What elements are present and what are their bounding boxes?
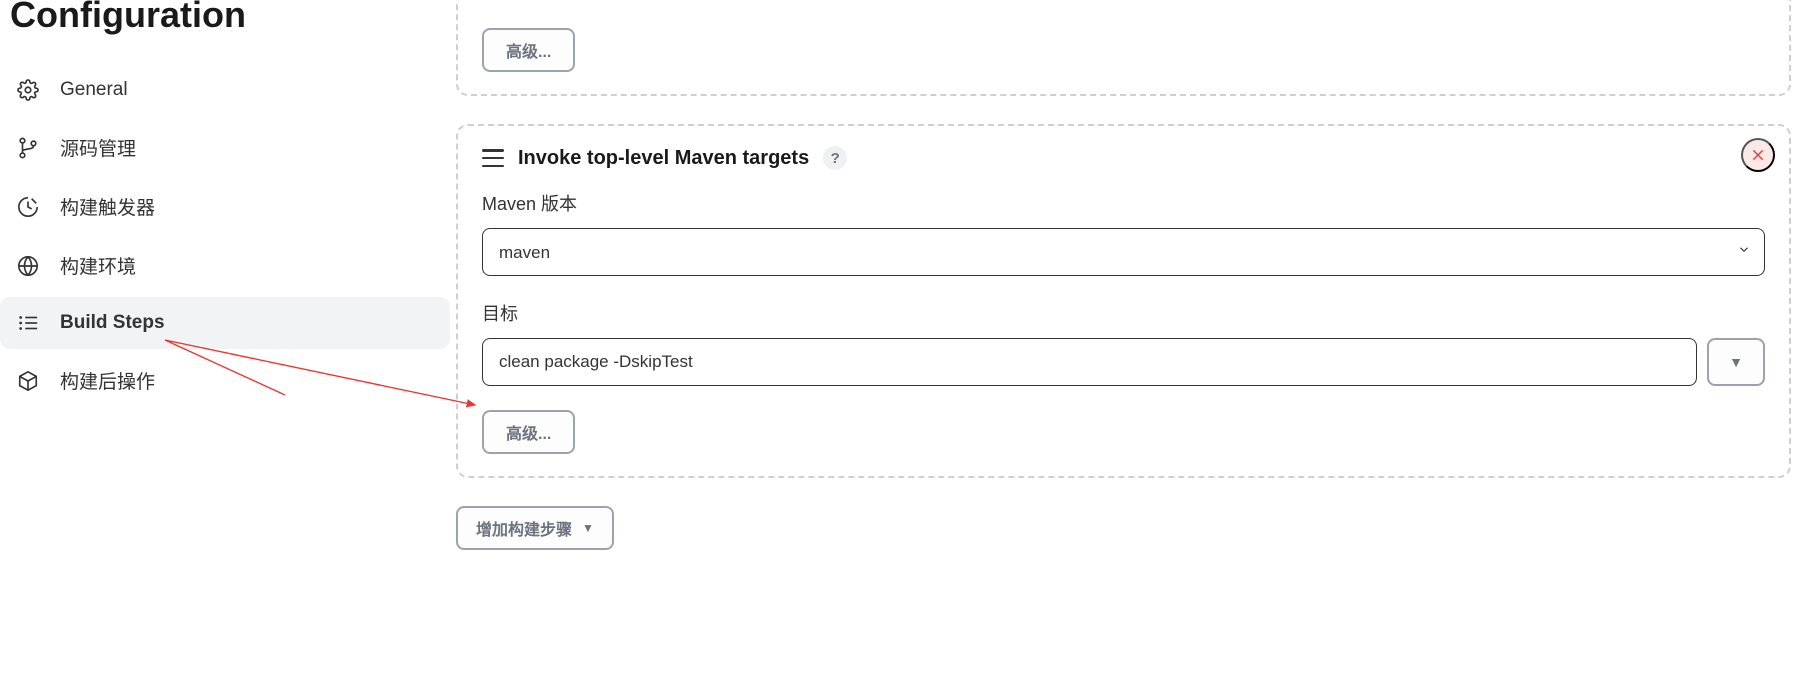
sidebar-item-triggers[interactable]: 构建触发器 [0, 179, 450, 234]
steps-icon [16, 311, 40, 335]
build-step-card-partial: 高级... [456, 0, 1791, 96]
gear-icon [16, 78, 40, 102]
package-icon [16, 369, 40, 393]
goals-input[interactable] [482, 338, 1697, 386]
caret-down-icon: ▼ [582, 521, 594, 535]
button-label: 高级... [506, 38, 551, 62]
card-header: Invoke top-level Maven targets ? [482, 146, 1765, 170]
sidebar-item-label: 源码管理 [60, 134, 136, 161]
expand-button[interactable]: ▼ [1707, 338, 1765, 386]
maven-version-label: Maven 版本 [482, 190, 1765, 216]
page-title: Configuration [0, 0, 456, 36]
sidebar-item-environment[interactable]: 构建环境 [0, 238, 450, 293]
triangle-down-icon: ▼ [1729, 354, 1743, 370]
build-step-card-maven: Invoke top-level Maven targets ? Maven 版… [456, 124, 1791, 478]
button-label: 高级... [506, 420, 551, 444]
main-content: 高级... Invoke top-level Maven targets ? M… [456, 0, 1811, 683]
advanced-button[interactable]: 高级... [482, 28, 575, 72]
sidebar-item-post-build[interactable]: 构建后操作 [0, 353, 450, 408]
sidebar-item-label: 构建环境 [60, 252, 136, 279]
sidebar-item-general[interactable]: General [0, 64, 450, 116]
goals-label: 目标 [482, 300, 1765, 326]
maven-version-select[interactable]: maven [482, 228, 1765, 276]
help-button[interactable]: ? [823, 146, 847, 170]
sidebar-item-label: General [60, 79, 128, 101]
branch-icon [16, 136, 40, 160]
configuration-sidebar: Configuration General 源码管理 构建触发器 [0, 0, 456, 683]
clock-icon [16, 195, 40, 219]
advanced-button[interactable]: 高级... [482, 410, 575, 454]
sidebar-item-label: 构建后操作 [60, 367, 155, 394]
add-build-step-button[interactable]: 增加构建步骤 ▼ [456, 506, 614, 550]
sidebar-item-build-steps[interactable]: Build Steps [0, 297, 450, 349]
close-icon [1750, 147, 1766, 163]
card-title: Invoke top-level Maven targets [518, 147, 809, 170]
globe-icon [16, 254, 40, 278]
sidebar-item-scm[interactable]: 源码管理 [0, 120, 450, 175]
sidebar-item-label: 构建触发器 [60, 193, 155, 220]
button-label: 增加构建步骤 [476, 516, 572, 540]
sidebar-item-label: Build Steps [60, 312, 165, 334]
drag-handle-icon[interactable] [482, 149, 504, 167]
delete-step-button[interactable] [1741, 138, 1775, 172]
sidebar-nav: General 源码管理 构建触发器 构建环境 [0, 64, 456, 408]
